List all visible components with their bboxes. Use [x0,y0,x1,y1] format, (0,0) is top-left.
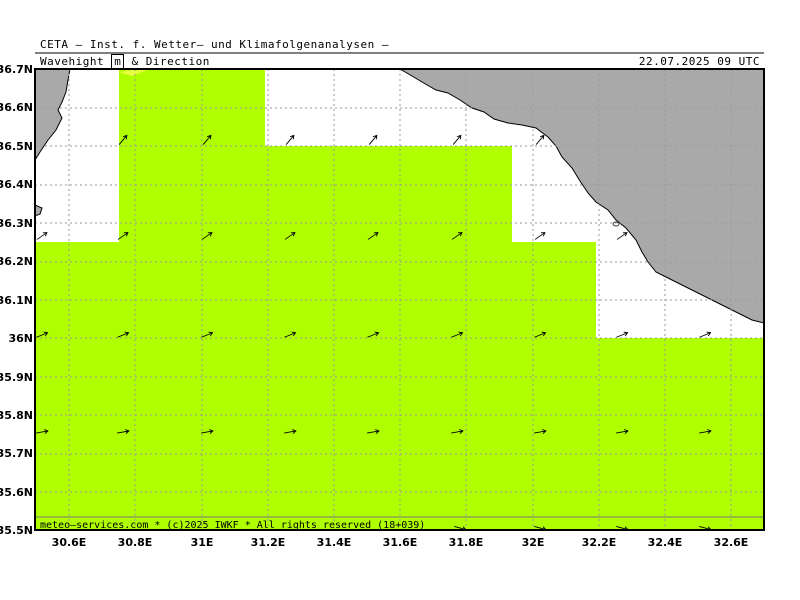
longitude-labels: 30.6E 30.8E 31E 31.2E 31.4E 31.6E 31.8E … [52,536,749,549]
lat-label: 35.7N [0,447,33,460]
lat-label: 36.5N [0,140,33,153]
lon-label: 30.6E [52,536,87,549]
lat-label: 35.5N [0,524,33,537]
lat-label: 36.4N [0,178,33,191]
lon-label: 32.6E [714,536,749,549]
wave-map: 36.7N 36.6N 36.5N 36.4N 36.3N 36.2N 36.1… [0,52,765,549]
lat-label: 36.7N [0,63,33,76]
lon-label: 32.2E [582,536,617,549]
lon-label: 31.2E [251,536,286,549]
lon-label: 32E [522,536,545,549]
copyright-credit: meteo–services.com * (c)2025 IWKF * All … [40,520,425,531]
lon-label: 31E [191,536,214,549]
lat-label: 35.6N [0,486,33,499]
lat-label: 36N [8,332,33,345]
lat-label: 35.8N [0,409,33,422]
lat-label: 35.9N [0,371,33,384]
lat-label: 36.2N [0,255,33,268]
lon-label: 31.6E [383,536,418,549]
lon-label: 31.4E [317,536,352,549]
lat-label: 36.1N [0,294,33,307]
lon-label: 31.8E [449,536,484,549]
lon-label: 30.8E [118,536,153,549]
lon-label: 32.4E [648,536,683,549]
lat-label: 36.3N [0,217,33,230]
latitude-labels: 36.7N 36.6N 36.5N 36.4N 36.3N 36.2N 36.1… [0,63,33,537]
lat-label: 36.6N [0,101,33,114]
